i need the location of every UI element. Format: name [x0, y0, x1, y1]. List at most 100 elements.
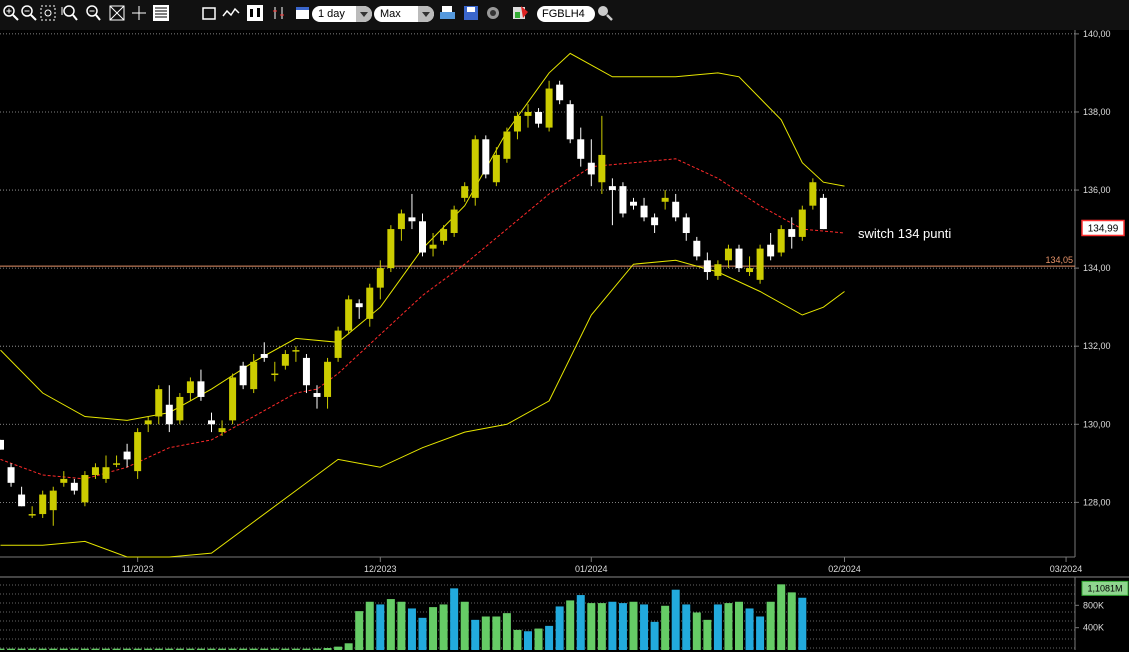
crosshair-icon[interactable]: [130, 4, 148, 22]
volume-bar: [407, 608, 416, 650]
zoom-out-icon[interactable]: [20, 4, 38, 22]
indicators-icon[interactable]: [270, 4, 288, 22]
symbol-input[interactable]: FGBLH4: [537, 6, 595, 22]
candle-body: [271, 373, 279, 376]
candle-body: [524, 111, 532, 116]
chevron-down-icon[interactable]: [356, 6, 372, 22]
range-select[interactable]: Max: [374, 6, 434, 22]
candle-body: [788, 229, 796, 237]
candle-body: [693, 240, 701, 257]
price-tick-label: 138,00: [1083, 107, 1111, 117]
zoom-x-out-icon[interactable]: [84, 4, 102, 22]
volume-bar: [196, 648, 205, 650]
volume-bar: [798, 597, 807, 650]
candle-body: [703, 260, 711, 273]
volume-bar: [576, 595, 585, 650]
candle-body: [281, 354, 289, 366]
volume-bar: [534, 628, 543, 650]
price-tick-label: 132,00: [1083, 341, 1111, 351]
volume-bar: [735, 601, 743, 650]
candle-body: [324, 361, 332, 397]
volume-bar: [249, 648, 258, 650]
candle-body: [355, 303, 363, 308]
candle-body: [397, 213, 405, 230]
zoom-fit-icon[interactable]: [39, 4, 57, 22]
candle-body: [535, 111, 543, 124]
candle-body: [461, 186, 469, 198]
zoom-x-in-icon[interactable]: [61, 4, 79, 22]
candle-body: [408, 217, 416, 222]
candle-body: [746, 268, 754, 273]
range-select-value: Max: [380, 8, 401, 20]
interval-select[interactable]: 1 day: [312, 6, 372, 22]
volume-bar: [429, 607, 438, 650]
candle-body: [682, 217, 690, 233]
volume-bar: [355, 611, 364, 650]
volume-bar: [281, 648, 290, 650]
price-chart[interactable]: 140,00 138,00 136,00 134,00 132,00 130,00 128,…: [0, 30, 1129, 652]
volume-bar: [587, 603, 596, 650]
last-price-value: 134,99: [1088, 223, 1119, 234]
color-icon[interactable]: [512, 4, 530, 22]
candle-body: [70, 482, 78, 491]
candle-body: [566, 104, 574, 140]
line-icon[interactable]: [222, 4, 240, 22]
volume-bar: [439, 604, 448, 650]
volume-bar: [397, 601, 406, 650]
volume-bar: [144, 648, 153, 650]
volume-bar: [376, 604, 385, 650]
volume-bar: [175, 648, 184, 650]
volume-tick-label: 400K: [1083, 623, 1104, 633]
box-icon[interactable]: [200, 4, 218, 22]
volume-bar: [313, 648, 321, 650]
candle-body: [176, 396, 184, 421]
candlestick-icon[interactable]: [246, 4, 264, 22]
volume-bar: [270, 648, 279, 650]
search-icon[interactable]: [596, 4, 614, 22]
volume-bar: [418, 617, 427, 650]
volume-bar: [618, 603, 627, 650]
candle-body: [165, 404, 173, 425]
volume-bar: [28, 648, 37, 650]
volume-bar: [682, 604, 691, 650]
volume-bar: [745, 608, 754, 650]
volume-bar: [692, 612, 701, 650]
candle-body: [134, 432, 142, 472]
volume-bar: [766, 601, 775, 650]
price-tick-label: 130,00: [1083, 419, 1111, 429]
save-icon[interactable]: [462, 4, 480, 22]
candle-body: [767, 244, 775, 257]
candle-body: [292, 350, 300, 352]
candle-body: [39, 494, 47, 515]
volume-bar: [513, 629, 522, 650]
print-icon[interactable]: [439, 4, 457, 22]
candle-body: [18, 494, 26, 507]
candle-body: [619, 186, 627, 214]
time-tick-label: 11/2023: [122, 564, 154, 574]
calendar-icon[interactable]: [294, 4, 312, 22]
volume-bar: [555, 606, 564, 650]
candle-body: [197, 381, 205, 397]
time-tick-label: 12/2023: [364, 564, 397, 574]
candle-body: [556, 84, 564, 101]
candle-body: [0, 439, 4, 450]
volume-bar: [703, 619, 712, 650]
zoom-in-icon[interactable]: [2, 4, 20, 22]
chevron-down-icon[interactable]: [418, 6, 434, 22]
bar-chart-icon[interactable]: [152, 4, 170, 22]
candle-body: [714, 264, 722, 276]
candle-body: [798, 209, 806, 237]
candle-body: [229, 377, 237, 421]
candle-body: [429, 244, 437, 249]
volume-bar: [70, 648, 79, 650]
candle-body: [144, 420, 152, 425]
refresh-icon[interactable]: [484, 4, 502, 22]
volume-bar: [671, 589, 680, 650]
time-tick-label: 01/2024: [575, 564, 608, 574]
volume-bar: [481, 616, 490, 650]
zoom-reset-icon[interactable]: [108, 4, 126, 22]
candle-body: [102, 467, 110, 479]
time-tick-label: 02/2024: [828, 564, 861, 574]
volume-tick-label: 800K: [1083, 600, 1104, 610]
volume-bar: [17, 648, 26, 650]
